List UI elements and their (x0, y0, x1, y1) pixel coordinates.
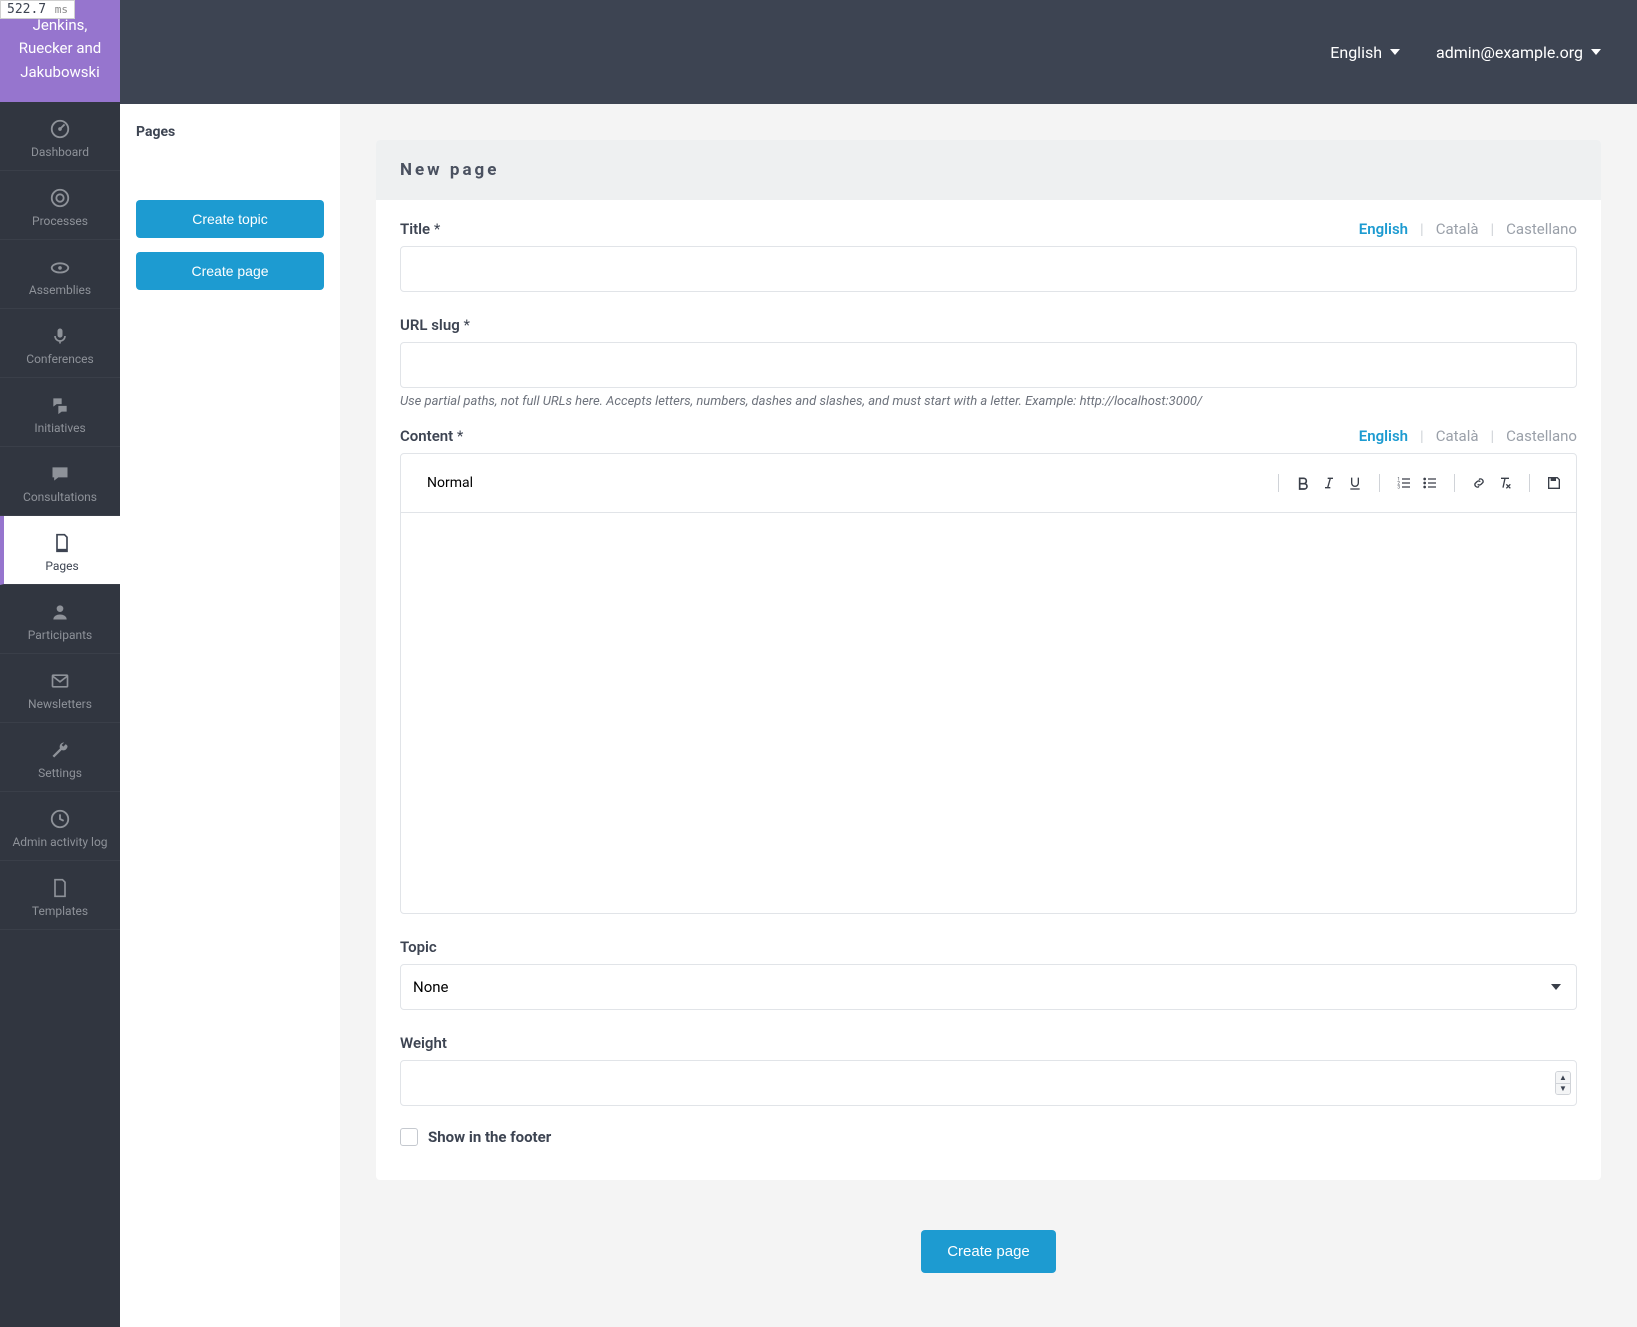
lang-tab-en[interactable]: English (1359, 427, 1408, 445)
nav-label: Dashboard (31, 145, 89, 159)
sidebar: Jenkins, Ruecker and Jakubowski Dashboar… (0, 0, 120, 1327)
nav-label: Processes (32, 214, 88, 228)
lang-tab-es[interactable]: Castellano (1506, 427, 1577, 445)
save-button[interactable] (1546, 472, 1562, 494)
nav-settings[interactable]: Settings (0, 723, 120, 792)
secondary-panel: Pages Create topic Create page (120, 104, 340, 1327)
create-topic-button[interactable]: Create topic (136, 200, 324, 238)
lang-tab-en[interactable]: English (1359, 220, 1408, 238)
content-editor[interactable] (401, 513, 1576, 913)
perf-ms: 522.7 (7, 2, 46, 17)
user-email: admin@example.org (1436, 43, 1583, 62)
user-icon (48, 600, 72, 624)
target-icon (48, 186, 72, 210)
microphone-icon (48, 324, 72, 348)
nav-label: Newsletters (28, 697, 92, 711)
language-label: English (1330, 43, 1382, 62)
nav-participants[interactable]: Participants (0, 585, 120, 654)
nav-templates[interactable]: Templates (0, 861, 120, 930)
show-footer-checkbox[interactable] (400, 1128, 418, 1146)
language-switcher[interactable]: English (1330, 43, 1400, 62)
nav-label: Settings (38, 766, 82, 780)
form-card: New page Title English| Català| Castella… (376, 140, 1601, 1180)
format-select[interactable]: Normal (415, 460, 1262, 506)
lang-tab-ca[interactable]: Català (1436, 427, 1479, 445)
url-slug-label: URL slug (400, 316, 470, 334)
lang-tab-ca[interactable]: Català (1436, 220, 1479, 238)
nav-pages[interactable]: Pages (0, 516, 120, 585)
nav-initiatives[interactable]: Initiatives (0, 378, 120, 447)
nav-label: Templates (32, 904, 88, 918)
comment-icon (48, 462, 72, 486)
perf-badge: 522.7 ms (0, 0, 75, 19)
rich-editor: Normal 123 (400, 453, 1577, 914)
weight-spinner[interactable]: ▲ ▼ (1555, 1071, 1571, 1095)
panel-title: Pages (136, 124, 324, 140)
card-heading: New page (376, 140, 1601, 200)
topic-label: Topic (400, 938, 437, 956)
nav-consultations[interactable]: Consultations (0, 447, 120, 516)
nav-label: Consultations (23, 490, 97, 504)
nav-dashboard[interactable]: Dashboard (0, 102, 120, 171)
bold-button[interactable] (1295, 472, 1311, 494)
topic-select[interactable]: None (400, 964, 1577, 1010)
title-lang-tabs: English| Català| Castellano (1359, 220, 1577, 238)
submit-button[interactable]: Create page (921, 1230, 1056, 1273)
title-input[interactable] (400, 246, 1577, 292)
main: New page Title English| Català| Castella… (340, 104, 1637, 1327)
document-icon (48, 876, 72, 900)
nav-processes[interactable]: Processes (0, 171, 120, 240)
nav-newsletters[interactable]: Newsletters (0, 654, 120, 723)
content-label: Content (400, 427, 463, 445)
underline-button[interactable] (1347, 472, 1363, 494)
nav-label: Initiatives (34, 421, 85, 435)
topbar: English admin@example.org (120, 0, 1637, 104)
user-menu[interactable]: admin@example.org (1436, 43, 1601, 62)
clock-icon (48, 807, 72, 831)
editor-toolbar: Normal 123 (401, 454, 1576, 513)
camera-icon (48, 255, 72, 279)
link-button[interactable] (1471, 472, 1487, 494)
url-slug-input[interactable] (400, 342, 1577, 388)
url-slug-hint: Use partial paths, not full URLs here. A… (400, 394, 1577, 409)
spin-up-icon[interactable]: ▲ (1556, 1072, 1570, 1083)
title-label: Title (400, 220, 440, 238)
content-lang-tabs: English| Català| Castellano (1359, 427, 1577, 445)
nav-assemblies[interactable]: Assemblies (0, 240, 120, 309)
unordered-list-button[interactable] (1422, 472, 1438, 494)
weight-label: Weight (400, 1034, 447, 1052)
page-icon (50, 531, 74, 555)
nav-activity-log[interactable]: Admin activity log (0, 792, 120, 861)
create-page-button[interactable]: Create page (136, 252, 324, 290)
ordered-list-button[interactable]: 123 (1396, 472, 1412, 494)
spin-down-icon[interactable]: ▼ (1556, 1083, 1570, 1094)
nav-label: Conferences (26, 352, 93, 366)
nav-label: Admin activity log (12, 835, 107, 849)
show-footer-label[interactable]: Show in the footer (428, 1128, 551, 1146)
svg-text:3: 3 (1397, 484, 1400, 490)
clear-format-button[interactable] (1497, 472, 1513, 494)
nav-label: Participants (28, 628, 92, 642)
italic-button[interactable] (1321, 472, 1337, 494)
nav-conferences[interactable]: Conferences (0, 309, 120, 378)
caret-down-icon (1390, 49, 1400, 55)
nav-label: Pages (45, 559, 78, 573)
chat-bubbles-icon (48, 393, 72, 417)
wrench-icon (48, 738, 72, 762)
envelope-icon (48, 669, 72, 693)
dashboard-icon (48, 117, 72, 141)
nav-label: Assemblies (29, 283, 91, 297)
lang-tab-es[interactable]: Castellano (1506, 220, 1577, 238)
caret-down-icon (1591, 49, 1601, 55)
weight-input[interactable] (400, 1060, 1577, 1106)
